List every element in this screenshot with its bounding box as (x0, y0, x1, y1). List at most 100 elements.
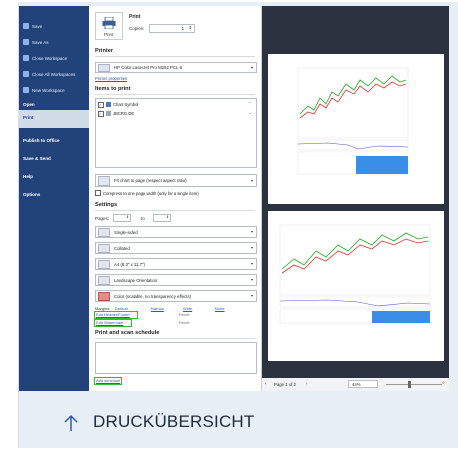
printer-properties-link[interactable]: Printer properties (95, 76, 127, 81)
chevron-down-icon: ▾ (250, 261, 253, 266)
close-workspace-icon (23, 55, 29, 61)
settings-heading: Settings (95, 202, 118, 208)
add-schedule-link[interactable]: Add schedule (96, 378, 120, 383)
margins-narrow[interactable]: Narrow (151, 306, 164, 311)
zoom-slider-thumb[interactable] (408, 381, 411, 388)
reset-watermark-link[interactable]: Reset (179, 320, 189, 325)
printer-heading: Printer (95, 48, 114, 54)
chart-preview-thumbnail (297, 67, 409, 175)
printer-name: HP Color LaserJet Pro M252 PCL-6 (114, 65, 183, 70)
nav-item-label: New Workspace (32, 87, 65, 93)
chart-icon (106, 102, 111, 107)
print-button[interactable]: Print (95, 12, 123, 40)
chevron-icon[interactable]: ⌃ (249, 101, 252, 106)
stepper-icon[interactable]: ⇕ (126, 215, 129, 219)
checkbox[interactable]: ✓ (98, 101, 104, 108)
separator (95, 94, 255, 95)
items-heading: Items to print (95, 86, 131, 92)
printer-select[interactable]: HP Color LaserJet Pro M252 PCL-6 ▾ (95, 62, 257, 73)
checkbox[interactable]: ✓ (98, 110, 104, 117)
nav-help[interactable]: Help (23, 174, 33, 179)
margins-wide[interactable]: Wide (183, 306, 192, 311)
edit-header-footer-link[interactable]: Edit Header/Footer (96, 312, 130, 317)
landscape-icon (98, 276, 110, 285)
nav-save-send[interactable]: Save & Send (23, 156, 51, 161)
pages-from-input[interactable]: ⇕ (113, 214, 131, 222)
sides-label: Single-sided (114, 229, 138, 235)
print-preview-area (262, 6, 449, 391)
nav-item-close-workspace[interactable]: Close Workspace (23, 52, 67, 64)
chart-preview-thumbnail (279, 224, 431, 324)
zoom-input[interactable]: 44% (348, 380, 378, 388)
margins-none[interactable]: None (215, 306, 225, 311)
next-page-icon[interactable]: › (306, 381, 307, 386)
separator (95, 56, 255, 57)
fit-page-icon (98, 176, 110, 186)
schedule-heading: Print and scan schedule (95, 330, 160, 336)
stepper-icon[interactable]: ⇕ (166, 215, 169, 219)
collate-label: Collated (114, 245, 130, 251)
collated-icon (98, 244, 110, 253)
save-icon (23, 23, 29, 29)
chevron-down-icon: ▾ (250, 293, 253, 298)
arrow-up-icon (64, 414, 78, 431)
zoom-fit-icon[interactable]: ⌕ (442, 380, 445, 386)
items-list: ✓ Chart Symbol ✓ JBCRG.DE ⌃ ⌄ (95, 98, 257, 168)
nav-item-label: Close Workspace (32, 55, 68, 61)
color-select[interactable]: Color (scalable, no transparency effects… (95, 290, 257, 302)
pages-to-input[interactable]: ⇕ (153, 214, 171, 222)
single-sided-icon (98, 228, 110, 237)
print-button-label: Print (104, 32, 114, 37)
paper-size-label: A4 (8.3" x 11.7") (114, 261, 145, 267)
item-label: Chart Symbol (113, 102, 139, 107)
chevron-down-icon: ▾ (250, 277, 253, 282)
zoom-slider[interactable] (386, 384, 442, 385)
print-title: Print (129, 14, 141, 20)
nav-item-save[interactable]: Save (23, 20, 42, 32)
copies-label: Copies: (129, 26, 145, 31)
compress-label: Compress to one page width (only for a s… (103, 190, 199, 196)
nav-item-close-all-workspaces[interactable]: Close All Workspaces (23, 68, 75, 80)
orientation-select[interactable]: Landscape Orientation ▾ (95, 274, 257, 286)
copies-stepper-icon[interactable]: ⇕ (189, 25, 192, 30)
color-icon (98, 292, 110, 301)
nav-item-save-as[interactable]: Save As (23, 36, 49, 48)
paper-size-select[interactable]: A4 (8.3" x 11.7") ▾ (95, 258, 257, 270)
zoom-value: 44% (352, 382, 361, 387)
nav-options[interactable]: Options (23, 192, 40, 197)
sides-select[interactable]: Single-sided ▾ (95, 226, 257, 238)
color-label: Color (scalable, no transparency effects… (114, 293, 192, 299)
printer-icon (102, 17, 116, 29)
prev-page-icon[interactable]: ‹ (265, 381, 266, 386)
paper-icon (98, 260, 110, 269)
compress-checkbox-row[interactable]: Compress to one page width (only for a s… (95, 190, 199, 196)
nav-publish-to-office[interactable]: Publish to Office (23, 138, 60, 143)
nav-print-selected[interactable]: Print (19, 110, 89, 128)
nav-item-label: Save (32, 23, 43, 29)
nav-print-label: Print (23, 115, 34, 120)
item-label: JBCRG.DE (113, 111, 135, 116)
list-item[interactable]: ✓ Chart Symbol (98, 101, 138, 108)
fit-option-select[interactable]: Fit chart to page (respect aspect ratio)… (95, 174, 257, 187)
nav-open[interactable]: Open (23, 102, 35, 107)
copies-input[interactable]: 1 ⇕ (149, 24, 195, 33)
backstage-nav: Save Save As Close Workspace Close All W… (19, 6, 89, 391)
separator (95, 338, 255, 339)
preview-page-1 (268, 54, 444, 204)
page-indicator: Page 1 of 2 (274, 382, 296, 387)
chevron-down-icon: ▾ (250, 245, 253, 250)
collate-select[interactable]: Collated ▾ (95, 242, 257, 254)
reset-header-link[interactable]: Reset (179, 312, 189, 317)
chevron-icon[interactable]: ⌄ (249, 110, 252, 115)
section-footer[interactable]: DRUCKÜBERSICHT (18, 392, 458, 448)
checkbox[interactable] (95, 190, 101, 196)
nav-item-new-workspace[interactable]: New Workspace (23, 84, 65, 96)
separator (95, 210, 255, 211)
copies-value: 1 (181, 26, 184, 31)
chevron-down-icon: ▾ (250, 229, 253, 234)
nav-item-label: Save As (32, 39, 49, 45)
chevron-down-icon: ▾ (250, 65, 253, 70)
edit-watermark-link[interactable]: Edit Watermark (96, 320, 123, 325)
list-item[interactable]: ✓ JBCRG.DE (98, 110, 134, 117)
fit-option-label: Fit chart to page (respect aspect ratio) (114, 178, 187, 183)
